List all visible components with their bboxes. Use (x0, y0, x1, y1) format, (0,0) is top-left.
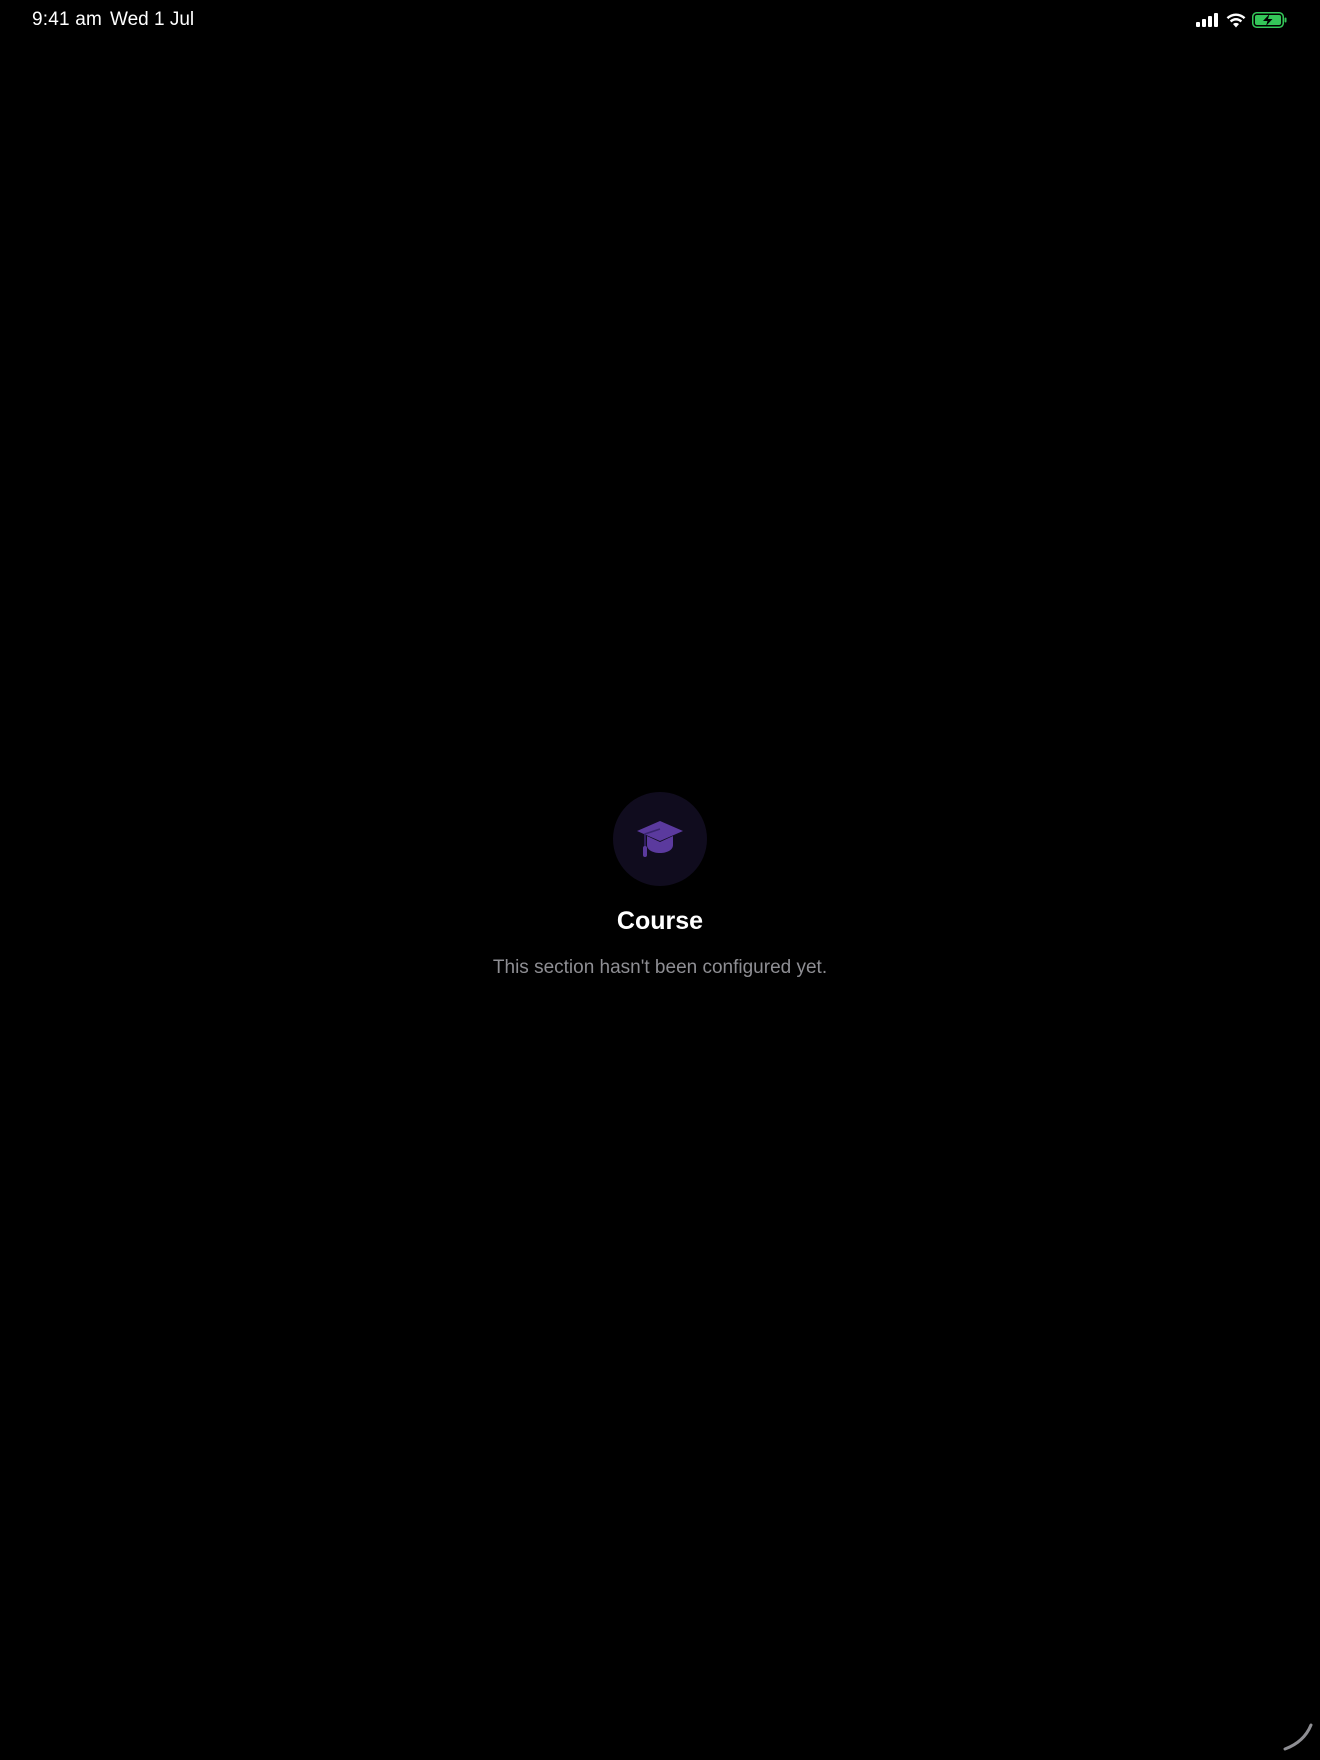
wifi-icon (1226, 12, 1246, 27)
cellular-signal-icon (1196, 13, 1218, 27)
status-time: 9:41 am (32, 9, 103, 30)
spinner-arc-icon (1283, 1723, 1313, 1751)
empty-state-title: Course (616, 907, 704, 935)
empty-state-subtitle: This section hasn't been configured yet. (492, 957, 828, 978)
graduation-cap-icon (637, 821, 683, 857)
status-bar: 9:41 am Wed 1 Jul (0, 0, 1320, 42)
status-indicators (1196, 11, 1288, 29)
status-date: Wed 1 Jul (110, 9, 195, 30)
empty-state: Course This section hasn't been configur… (0, 792, 1320, 980)
empty-state-icon-circle (613, 792, 707, 886)
battery-charging-icon (1252, 12, 1287, 28)
